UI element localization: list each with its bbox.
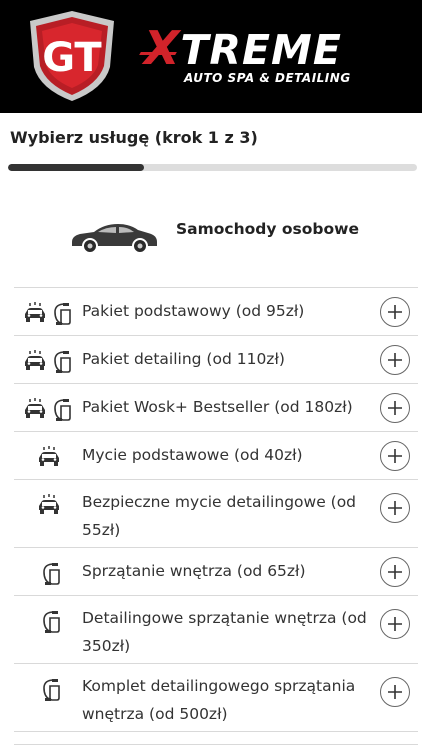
- service-icons: [20, 676, 74, 702]
- step-progress-bar: [8, 164, 417, 171]
- add-service-button[interactable]: [380, 297, 410, 327]
- car-wash-icon: [39, 494, 59, 514]
- car-icon: [72, 224, 157, 254]
- plus-icon: [388, 353, 402, 367]
- vehicle-category: Samochody osobowe: [0, 210, 422, 256]
- service-label: Pakiet podstawowy (od 95zł): [82, 302, 305, 320]
- brand-logo: XTREME AUTO SPA & DETAILING: [134, 24, 414, 94]
- vacuum-icon: [43, 611, 60, 633]
- add-service-button[interactable]: [380, 557, 410, 587]
- car-wash-icon: [25, 398, 45, 418]
- service-icons: [20, 396, 74, 422]
- add-service-button[interactable]: [380, 393, 410, 423]
- add-service-button[interactable]: [380, 493, 410, 523]
- service-icons: [20, 444, 74, 470]
- car-wash-icon: [39, 446, 59, 466]
- add-service-button[interactable]: [380, 609, 410, 639]
- add-service-button[interactable]: [380, 441, 410, 471]
- service-icons: [20, 560, 74, 586]
- plus-icon: [388, 617, 402, 631]
- vacuum-icon: [54, 399, 71, 421]
- vacuum-icon: [43, 679, 60, 701]
- plus-icon: [388, 401, 402, 415]
- service-item[interactable]: Pakiet Wosk+ Bestseller (od 180zł): [14, 384, 418, 432]
- service-item[interactable]: Komplet detailingowego sprzątania wnętrz…: [14, 664, 418, 732]
- service-label: Sprzątanie wnętrza (od 65zł): [82, 562, 306, 580]
- plus-icon: [388, 501, 402, 515]
- service-label: Pakiet detailing (od 110zł): [82, 350, 285, 368]
- service-item[interactable]: Mycie podstawowe (od 40zł): [14, 432, 418, 480]
- plus-icon: [388, 685, 402, 699]
- service-item[interactable]: Pakiet detailing (od 110zł): [14, 336, 418, 384]
- brand-tagline: AUTO SPA & DETAILING: [184, 71, 351, 85]
- category-label: Samochody osobowe: [176, 220, 359, 238]
- service-icons: [20, 300, 74, 326]
- plus-icon: [388, 305, 402, 319]
- service-item[interactable]: Pakiet podstawowy (od 95zł): [14, 288, 418, 336]
- service-label: Pakiet Wosk+ Bestseller (od 180zł): [82, 398, 353, 416]
- step-progress-fill: [8, 164, 145, 171]
- plus-icon: [388, 449, 402, 463]
- service-list: Pakiet podstawowy (od 95zł) Pakiet detail…: [14, 287, 418, 732]
- service-item[interactable]: Bezpieczne mycie detailingowe (od 55zł): [14, 480, 418, 548]
- service-label: Bezpieczne mycie detailingowe (od 55zł): [82, 493, 357, 539]
- car-wash-icon: [25, 302, 45, 322]
- shield-text: GT: [42, 35, 102, 81]
- header-banner: GT XTREME AUTO SPA & DETAILING: [0, 0, 422, 113]
- step-title: Wybierz usługę (krok 1 z 3): [10, 128, 258, 147]
- service-icons: [20, 608, 74, 634]
- service-icons: [20, 348, 74, 374]
- service-label: Detailingowe sprzątanie wnętrza (od 350z…: [82, 609, 367, 655]
- vacuum-icon: [43, 563, 60, 585]
- vacuum-icon: [54, 351, 71, 373]
- list-bottom-divider: [14, 744, 418, 745]
- vacuum-icon: [54, 303, 71, 325]
- service-icons: [20, 492, 74, 518]
- service-label: Komplet detailingowego sprzątania wnętrz…: [82, 677, 356, 723]
- brand-name: XTREME: [144, 21, 342, 75]
- service-label: Mycie podstawowe (od 40zł): [82, 446, 303, 464]
- service-item[interactable]: Sprzątanie wnętrza (od 65zł): [14, 548, 418, 596]
- add-service-button[interactable]: [380, 677, 410, 707]
- gt-shield-logo: GT: [30, 11, 114, 101]
- plus-icon: [388, 565, 402, 579]
- car-wash-icon: [25, 350, 45, 370]
- add-service-button[interactable]: [380, 345, 410, 375]
- service-item[interactable]: Detailingowe sprzątanie wnętrza (od 350z…: [14, 596, 418, 664]
